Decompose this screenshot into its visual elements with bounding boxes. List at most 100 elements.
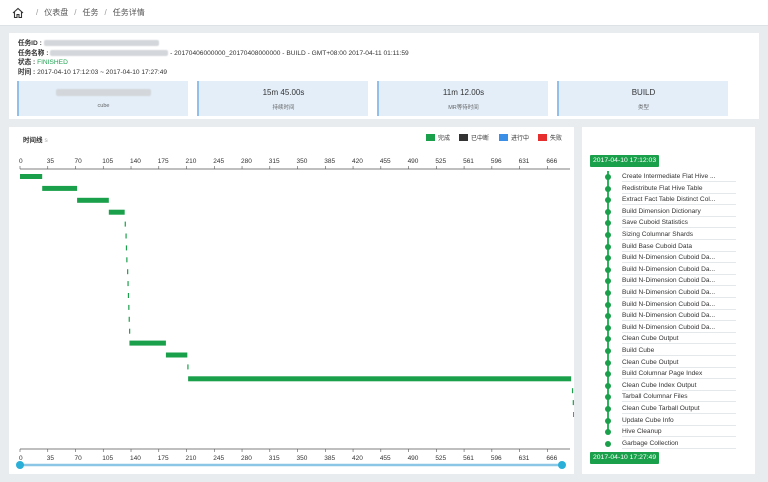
step-status-dot (605, 185, 611, 192)
x-tick-label: 385 (324, 158, 335, 165)
step-item[interactable]: Build Base Cuboid Data (605, 241, 755, 253)
step-item[interactable]: Clean Cube Tarball Output (605, 403, 755, 415)
step-status-dot (605, 371, 611, 378)
step-item[interactable]: Build N-Dimension Cuboid Da... (605, 287, 755, 299)
breadcrumb: / 仪表盘 / 任务 / 任务详情 (0, 0, 768, 26)
x-tick-label: 280 (241, 455, 252, 462)
step-item[interactable]: Clean Cube Index Output (605, 380, 755, 392)
step-item[interactable]: Hive Cleanup (605, 426, 755, 438)
gantt-bar (125, 245, 128, 251)
step-item[interactable]: Garbage Collection (605, 438, 755, 450)
step-item[interactable]: Sizing Columnar Shards (605, 229, 755, 241)
timeline-card: 时间线 s 完成 已中断 进行中 失败 0 35 70 105 140 175 210 245 2… (9, 127, 574, 474)
x-tick-label: 666 (546, 158, 557, 165)
step-item[interactable]: Build N-Dimension Cuboid Da... (605, 252, 755, 264)
step-label: Build N-Dimension Cuboid Da... (622, 264, 736, 275)
step-item[interactable]: Extract Fact Table Distinct Col... (605, 194, 755, 206)
x-tick-label: 105 (102, 158, 113, 165)
gantt-bar (128, 316, 130, 322)
step-status-dot (605, 266, 611, 273)
x-tick-label: 385 (324, 455, 335, 462)
step-item[interactable]: Create Intermediate Flat Hive ... (605, 171, 755, 183)
step-item[interactable]: Build N-Dimension Cuboid Da... (605, 310, 755, 322)
step-status-dot (605, 382, 611, 389)
x-tick-label: 315 (269, 158, 280, 165)
step-label: Update Cube Info (622, 415, 736, 426)
step-item[interactable]: Update Cube Info (605, 415, 755, 427)
step-status-dot (605, 220, 611, 227)
step-label: Build N-Dimension Cuboid Da... (622, 299, 736, 310)
step-item[interactable]: Redistribute Flat Hive Table (605, 183, 755, 195)
step-item[interactable]: Build N-Dimension Cuboid Da... (605, 275, 755, 287)
x-tick-label: 280 (241, 158, 252, 165)
gantt-bar (187, 364, 189, 370)
step-status-dot (605, 348, 611, 354)
step-status-dot (605, 324, 611, 331)
x-tick-label: 210 (186, 455, 197, 462)
step-status-dot (605, 301, 611, 308)
step-status-dot (605, 359, 611, 366)
metric-mr-wait-label: MR等待时间 (448, 105, 479, 111)
breadcrumb-jobs[interactable]: 任务 (82, 7, 98, 18)
step-item[interactable]: Clean Cube Output (605, 357, 755, 369)
step-item[interactable]: Build Cube (605, 345, 755, 357)
step-status-dot (605, 313, 611, 320)
job-name-suffix: - 20170406000000_20170408000000 - BUILD … (170, 49, 409, 57)
job-time-row: 时间 : 2017-04-10 17:12:03 ~ 2017-04-10 17… (18, 66, 167, 76)
x-tick-label: 455 (380, 455, 391, 462)
breadcrumb-dashboard[interactable]: 仪表盘 (44, 7, 68, 18)
gantt-bar (125, 233, 127, 239)
step-item[interactable]: Save Cuboid Statistics (605, 217, 755, 229)
job-id-row: 任务ID : (18, 37, 159, 47)
x-tick-label: 140 (130, 158, 141, 165)
step-status-dot (605, 290, 611, 296)
x-tick-label: 70 (75, 455, 83, 462)
job-time-value: 2017-04-10 17:12:03 ~ 2017-04-10 17:27:4… (37, 68, 168, 76)
gantt-bar (42, 185, 78, 191)
metric-mr-wait-value: 11m 12.00s (442, 88, 485, 97)
x-tick-label: 210 (186, 158, 197, 165)
metric-duration-value: 15m 45.00s (262, 88, 305, 97)
metric-type-label: 类型 (637, 105, 649, 111)
step-status-dot (605, 429, 611, 436)
step-label: Build Columnar Page Index (622, 368, 736, 380)
x-tick-label: 525 (435, 158, 446, 165)
step-label: Create Intermediate Flat Hive ... (622, 171, 736, 182)
step-label: Build N-Dimension Cuboid Da... (622, 287, 736, 298)
breadcrumb-separator: / (104, 8, 107, 17)
step-label: Build Dimension Dictionary (622, 206, 736, 217)
step-item[interactable]: Build N-Dimension Cuboid Da... (605, 299, 755, 311)
x-tick-label: 631 (519, 455, 530, 462)
gantt-bar (188, 376, 572, 382)
step-status-dot (605, 417, 611, 424)
x-tick-label: 175 (158, 455, 169, 462)
job-name-row: 任务名称 : - 20170406000000_20170408000000 -… (18, 47, 409, 57)
breadcrumb-separator: / (36, 8, 39, 17)
step-item[interactable]: Build Columnar Page Index (605, 368, 755, 380)
step-status-dot (605, 440, 611, 447)
metric-cube-label: cube (97, 103, 110, 109)
metric-duration: 15m 45.00s 持续时间 (197, 81, 368, 116)
job-info-card: 任务ID : 任务名称 : - 20170406000000_201704080… (9, 33, 759, 119)
step-status-dot (605, 255, 611, 262)
step-item[interactable]: Build N-Dimension Cuboid Da... (605, 264, 755, 276)
step-label: Build Cube (622, 345, 736, 356)
step-item[interactable]: Build Dimension Dictionary (605, 206, 755, 218)
home-icon[interactable] (12, 7, 24, 19)
metric-cube: cube (17, 81, 188, 116)
x-tick-label: 70 (75, 158, 83, 165)
step-status-dot (605, 197, 611, 204)
step-label: Clean Cube Tarball Output (622, 403, 736, 414)
gantt-bar (108, 209, 125, 215)
step-item[interactable]: Clean Cube Output (605, 333, 755, 345)
step-label: Sizing Columnar Shards (622, 229, 736, 240)
x-tick-label: 0 (19, 158, 23, 165)
step-item[interactable]: Tarball Columnar Files (605, 391, 755, 403)
metric-cube-value (19, 88, 188, 97)
step-item[interactable]: Build N-Dimension Cuboid Da... (605, 322, 755, 334)
x-tick-label: 245 (213, 455, 224, 462)
timeline-chart: 0 35 70 105 140 175 210 245 280 315 350 385 420 455 49… (16, 158, 574, 469)
job-time-label: 时间 : (18, 68, 36, 76)
x-tick-label: 596 (491, 158, 502, 165)
metric-type-value: BUILD (631, 88, 656, 97)
